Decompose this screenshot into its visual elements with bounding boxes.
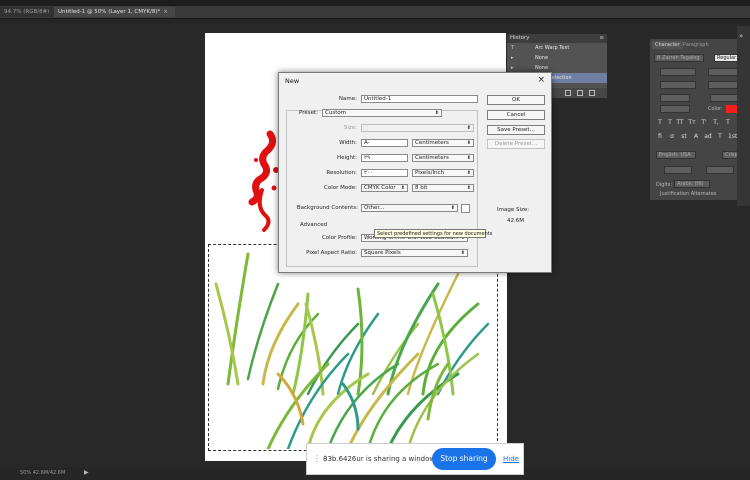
language-select[interactable]: English: USA bbox=[656, 151, 696, 159]
image-size-label: Image Size: bbox=[497, 207, 530, 213]
font-family-select[interactable]: B Zarrah Tagalog bbox=[654, 54, 704, 62]
stop-sharing-button[interactable]: Stop sharing bbox=[432, 448, 496, 470]
resolution-field[interactable]: ٢٠٠ bbox=[361, 169, 408, 177]
background-color-swatch[interactable] bbox=[461, 204, 470, 213]
superscript-icon[interactable]: T' bbox=[700, 119, 708, 127]
tab-paragraph[interactable]: Paragraph bbox=[680, 41, 712, 49]
marquee-selection[interactable] bbox=[208, 244, 498, 451]
height-unit-select[interactable]: Centimeters ⬍ bbox=[412, 154, 474, 162]
hide-link[interactable]: Hide bbox=[503, 455, 519, 463]
updown-icon: ⬍ bbox=[450, 205, 455, 211]
document-tab-1[interactable]: 94.7% (RGB/8#) bbox=[0, 7, 56, 17]
ok-button[interactable]: OK bbox=[487, 95, 545, 105]
cancel-button[interactable]: Cancel bbox=[487, 110, 545, 120]
ordinals-icon[interactable]: σ bbox=[668, 133, 676, 141]
updown-icon: ⬍ bbox=[466, 170, 471, 176]
resolution-label: Resolution: bbox=[326, 170, 357, 176]
small-caps-icon[interactable]: Tт bbox=[688, 119, 696, 127]
panel-menu-icon[interactable]: ≡ bbox=[599, 34, 604, 43]
size-select[interactable]: ⬍ bbox=[361, 124, 474, 132]
horizontal-scale-field[interactable] bbox=[710, 94, 740, 102]
subscript-icon[interactable]: T, bbox=[712, 119, 720, 127]
image-size-value: 42.6M bbox=[507, 218, 524, 224]
updown-icon: ⬍ bbox=[460, 250, 465, 256]
character-panel: Character Paragraph B Zarrah Tagalog Reg… bbox=[649, 39, 750, 200]
tab-character[interactable]: Character bbox=[652, 41, 683, 49]
history-item[interactable]: T Arc Warp Text bbox=[507, 43, 607, 53]
name-label: Name: bbox=[338, 96, 357, 102]
vertical-scale-field[interactable] bbox=[660, 94, 690, 102]
all-caps-icon[interactable]: TT bbox=[676, 119, 684, 127]
status-menu-icon[interactable]: ▶ bbox=[84, 469, 89, 476]
save-preset-button[interactable]: Save Preset... bbox=[487, 125, 545, 135]
ruler bbox=[0, 19, 750, 24]
advanced-label[interactable]: Advanced bbox=[300, 222, 327, 228]
underline-icon[interactable]: T bbox=[724, 119, 732, 127]
width-unit-select[interactable]: Centimeters ⬍ bbox=[412, 139, 474, 147]
updown-icon: ⬍ bbox=[466, 185, 471, 191]
stylistic-icon[interactable]: A bbox=[692, 133, 700, 141]
height-label: Height: bbox=[336, 155, 357, 161]
history-state-icon: T bbox=[511, 45, 515, 51]
baseline-shift-field[interactable] bbox=[660, 105, 690, 113]
trash-icon[interactable] bbox=[589, 90, 595, 96]
color-mode-label: Color Mode: bbox=[324, 185, 357, 191]
updown-icon: ⬍ bbox=[466, 155, 471, 161]
size-label: Size: bbox=[343, 125, 357, 131]
bit-depth-select[interactable]: 8 bit ⬍ bbox=[412, 184, 474, 192]
collapse-icon[interactable]: » bbox=[739, 32, 743, 40]
panel-dock-toolbar: » bbox=[737, 26, 750, 206]
kashida-field[interactable] bbox=[664, 166, 692, 174]
preset-select[interactable]: Custom ⬍ bbox=[322, 109, 442, 117]
updown-icon: ⬍ bbox=[466, 140, 471, 146]
preset-tooltip: Select predefined settings for new docum… bbox=[374, 229, 492, 238]
color-mode-select[interactable]: CMYK Color ⬍ bbox=[361, 184, 408, 192]
oldstyle-icon[interactable]: 1st bbox=[728, 133, 737, 141]
faux-bold-icon[interactable]: T bbox=[656, 119, 664, 127]
close-icon[interactable]: × bbox=[163, 9, 168, 15]
fractions-icon[interactable]: T bbox=[716, 133, 724, 141]
close-icon[interactable]: × bbox=[537, 75, 545, 85]
digits-label: Digits: bbox=[656, 182, 673, 188]
background-contents-label: Background Contents: bbox=[296, 205, 358, 211]
document-tab-bar: 94.7% (RGB/8#) Untitled-1 @ 50% (Layer 1… bbox=[0, 6, 750, 19]
updown-icon: ⬍ bbox=[434, 110, 439, 116]
pixel-aspect-ratio-select[interactable]: Square Pixels ⬍ bbox=[361, 249, 468, 257]
width-field[interactable]: A- bbox=[361, 139, 408, 147]
titling-icon[interactable]: ad bbox=[704, 133, 712, 141]
justification-alternates-checkbox[interactable]: Justification Alternates bbox=[660, 191, 716, 197]
screen-share-bar: ⋮⋮ 83b.6426ur is sharing a window. Stop … bbox=[306, 443, 524, 475]
preset-label: Preset: bbox=[298, 110, 318, 116]
pixel-aspect-ratio-label: Pixel Aspect Ratio: bbox=[306, 250, 357, 256]
camera-icon[interactable] bbox=[577, 90, 583, 96]
color-profile-label: Color Profile: bbox=[321, 235, 357, 241]
height-field[interactable]: ٢٩ bbox=[361, 154, 408, 162]
delete-preset-button[interactable]: Delete Preset... bbox=[487, 139, 545, 149]
width-label: Width: bbox=[339, 140, 357, 146]
color-label: Color: bbox=[708, 106, 723, 112]
faux-italic-icon[interactable]: T bbox=[666, 119, 674, 127]
kerning-field[interactable] bbox=[660, 81, 696, 89]
swash-icon[interactable]: st bbox=[680, 133, 688, 141]
updown-icon: ⬍ bbox=[400, 185, 405, 191]
history-item[interactable]: ▸ None bbox=[507, 53, 607, 63]
fi-ligature-icon[interactable]: fi bbox=[656, 133, 664, 141]
digits-select[interactable]: Arabic (HI) bbox=[674, 180, 710, 188]
new-document-icon[interactable] bbox=[565, 90, 571, 96]
share-status-text: 83b.6426ur is sharing a window. bbox=[323, 455, 437, 463]
font-size-field[interactable] bbox=[660, 68, 696, 76]
zoom-readout: 50% 42.6M/42.6M bbox=[20, 470, 66, 476]
diacritic-field[interactable] bbox=[706, 166, 734, 174]
history-state-icon: ▸ bbox=[511, 55, 514, 61]
dialog-title: New bbox=[285, 77, 300, 85]
updown-icon: ⬍ bbox=[466, 125, 471, 131]
document-tab-active[interactable]: Untitled-1 @ 50% (Layer 1, CMYK/8)* × bbox=[54, 7, 175, 17]
history-panel-header[interactable]: History ≡ bbox=[507, 34, 607, 43]
name-field[interactable]: Untitled-1 bbox=[361, 95, 478, 103]
resolution-unit-select[interactable]: Pixels/Inch ⬍ bbox=[412, 169, 474, 177]
background-contents-select[interactable]: Other... ⬍ bbox=[361, 204, 458, 212]
